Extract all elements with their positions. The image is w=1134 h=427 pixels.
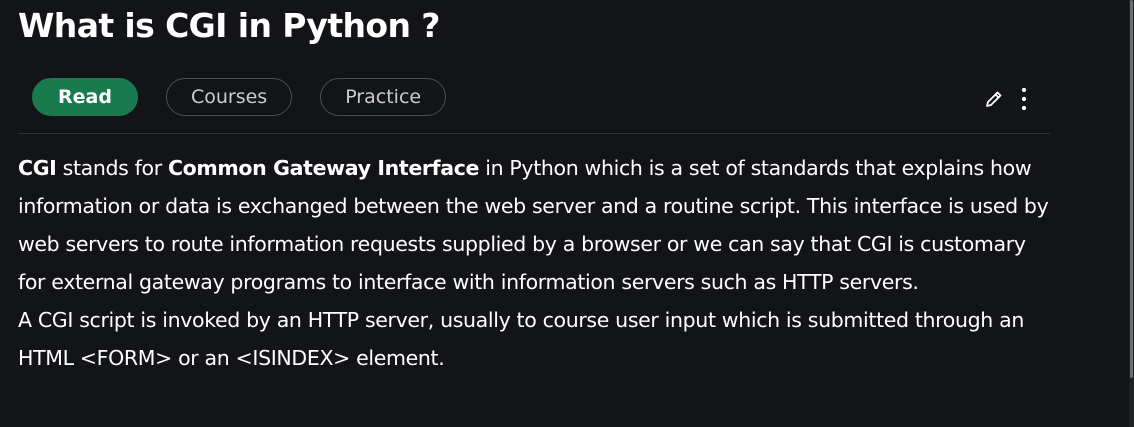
tab-courses[interactable]: Courses [165,78,293,116]
tab-read[interactable]: Read [32,78,138,116]
tab-bar: Read Courses Practice [32,78,447,116]
article-container: What is CGI in Python ? Read Courses Pra… [18,0,1050,370]
pencil-icon[interactable] [984,89,1004,109]
scrollbar-thumb[interactable] [1130,0,1133,378]
article-body: CGI stands for Common Gateway Interface … [18,149,1058,377]
paragraph: CGI stands for Common Gateway Interface … [18,149,1058,301]
bold-term: Common Gateway Interface [167,156,480,180]
article-actions [984,86,1028,112]
vertical-dots-icon[interactable] [1020,86,1028,112]
bold-term: CGI [18,156,57,180]
divider [18,133,1050,134]
page-title: What is CGI in Python ? [18,6,440,45]
scrollbar-track[interactable] [1129,0,1134,427]
text-span: stands for [56,156,168,180]
tab-practice[interactable]: Practice [320,78,447,116]
paragraph: A CGI script is invoked by an HTTP serve… [18,308,1024,370]
